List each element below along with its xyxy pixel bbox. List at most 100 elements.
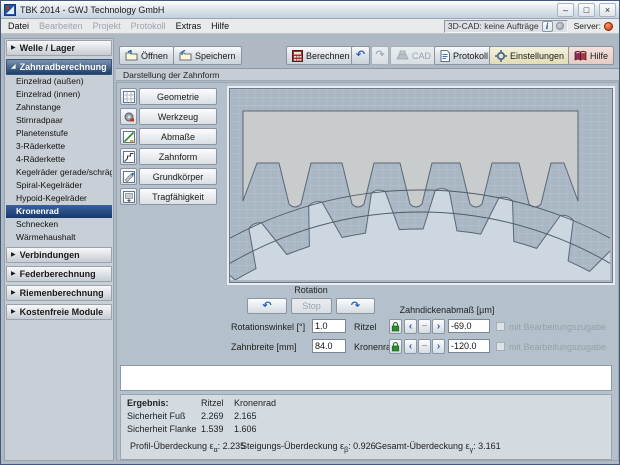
rotate-cw-button[interactable]: ↷	[336, 298, 375, 314]
sidebar-item-3-raederkette[interactable]: 3-Räderkette	[6, 140, 112, 153]
kronenrad-step-right-button[interactable]: ›	[432, 339, 445, 354]
dimensions-icon[interactable]	[120, 128, 137, 145]
lead-overlap-value: 0.926	[353, 441, 376, 451]
minimize-button[interactable]: –	[557, 3, 574, 17]
geometry-grid-icon[interactable]	[120, 88, 137, 105]
ritzel-lock-button[interactable]	[389, 319, 402, 334]
lead-overlap: Steigungs-Überdeckung εβ: 0.926	[241, 441, 376, 454]
ritzel-machining-allowance-label: mit Bearbeitungszugabe	[509, 322, 606, 332]
chevron-expanded-icon: ◢	[11, 64, 16, 70]
kronenrad-machining-allowance-checkbox[interactable]	[496, 342, 505, 351]
lock-icon	[391, 322, 400, 332]
chevron-left-icon: ‹	[409, 322, 412, 332]
results-col-ritzel: Ritzel	[201, 398, 224, 408]
geometrie-button[interactable]: Geometrie	[139, 88, 217, 105]
tooth-width-label: Zahnbreite [mm]	[231, 342, 297, 352]
module-row: Zahnform	[120, 148, 217, 165]
sidebar-item-waermehaushalt[interactable]: Wärmehaushalt	[6, 231, 112, 244]
close-button[interactable]: ×	[599, 3, 616, 17]
ritzel-step-left-button[interactable]: ‹	[404, 319, 417, 334]
rotation-angle-input[interactable]	[312, 319, 346, 333]
module-row: Geometrie	[120, 88, 217, 105]
chevron-right-icon: ›	[437, 322, 440, 332]
server-label: Server:	[574, 21, 601, 31]
cad-icon	[396, 50, 409, 61]
redo-icon: ↷	[375, 50, 384, 61]
rotation-stop-button[interactable]: Stop	[291, 298, 332, 314]
zahnform-button[interactable]: Zahnform	[139, 148, 217, 165]
sidebar-item-hypoid-kegelraeder[interactable]: Hypoid-Kegelräder	[6, 192, 112, 205]
sidebar-item-einzelrad-aussen[interactable]: Einzelrad (außen)	[6, 75, 112, 88]
maximize-button[interactable]: □	[578, 3, 595, 17]
total-overlap-value: 3.161	[478, 441, 501, 451]
sidebar-item-einzelrad-innen[interactable]: Einzelrad (innen)	[6, 88, 112, 101]
calculate-button[interactable]: Berechnen	[286, 46, 356, 65]
sidebar-item-kegelraeder[interactable]: Kegelräder gerade/schräg	[6, 166, 112, 179]
menu-projekt[interactable]: Projekt	[88, 21, 126, 31]
menu-extras[interactable]: Extras	[171, 21, 207, 31]
module-row: Tragfähigkeit	[120, 188, 217, 205]
gear-settings-icon	[495, 50, 507, 62]
cad-button[interactable]: CAD	[390, 46, 437, 65]
sidebar-item-zahnstange[interactable]: Zahnstange	[6, 101, 112, 114]
sidebar-item-kronenrad[interactable]: Kronenrad	[6, 205, 112, 218]
werkzeug-button[interactable]: Werkzeug	[139, 108, 217, 125]
sidebar-item-4-raederkette[interactable]: 4-Räderkette	[6, 153, 112, 166]
menu-hilfe[interactable]: Hilfe	[206, 21, 234, 31]
kronenrad-abmass-input[interactable]	[448, 339, 490, 353]
rotate-cw-icon: ↷	[351, 301, 360, 312]
load-capacity-icon[interactable]	[120, 188, 137, 205]
sidebar-section-verbindungen[interactable]: ▶ Verbindungen	[6, 247, 112, 263]
base-body-icon[interactable]	[120, 168, 137, 185]
title-bar: TBK 2014 - GWJ Technology GmbH – □ ×	[1, 1, 619, 19]
menu-datei[interactable]: Datei	[3, 21, 34, 31]
kronenrad-step-left-button[interactable]: ‹	[404, 339, 417, 354]
module-row: Grundkörper	[120, 168, 217, 185]
sidebar-section-welle-lager[interactable]: ▶ Welle / Lager	[6, 40, 112, 56]
sidebar-section-zahnradberechnung[interactable]: ◢ Zahnradberechnung	[6, 59, 112, 75]
protocol-button[interactable]: Protokoll	[434, 46, 494, 65]
folder-save-icon	[179, 50, 192, 61]
sidebar-section-kostenfreie-module[interactable]: ▶ Kostenfreie Module	[6, 304, 112, 320]
sidebar-section-federberechnung[interactable]: ▶ Federberechnung	[6, 266, 112, 282]
chevron-right-icon: ▶	[11, 309, 16, 315]
kronenrad-step-zero-button[interactable]: −	[418, 339, 431, 354]
tooth-form-curve-icon[interactable]	[120, 148, 137, 165]
safety-flank-kronenrad: 1.606	[234, 424, 257, 434]
book-icon	[574, 50, 587, 61]
abmasse-button[interactable]: Abmaße	[139, 128, 217, 145]
gear-canvas	[229, 88, 613, 283]
chevron-right-icon: ▶	[11, 252, 16, 258]
sidebar-item-stirnradpaar[interactable]: Stirnradpaar	[6, 114, 112, 127]
open-button[interactable]: Öffnen	[119, 46, 174, 65]
document-icon	[440, 50, 450, 62]
info-button[interactable]: i	[542, 21, 553, 32]
sidebar-section-riemenberechnung[interactable]: ▶ Riemenberechnung	[6, 285, 112, 301]
ritzel-step-right-button[interactable]: ›	[432, 319, 445, 334]
ritzel-machining-allowance-checkbox[interactable]	[496, 322, 505, 331]
tooth-width-input[interactable]	[312, 339, 346, 353]
folder-open-icon	[125, 50, 138, 61]
ritzel-step-zero-button[interactable]: −	[418, 319, 431, 334]
menu-protokoll[interactable]: Protokoll	[126, 21, 171, 31]
tool-gear-icon[interactable]	[120, 108, 137, 125]
calculator-icon	[292, 50, 303, 62]
results-heading: Ergebnis:	[127, 398, 169, 408]
sidebar-item-spiral-kegelraeder[interactable]: Spiral-Kegelräder	[6, 179, 112, 192]
redo-button[interactable]: ↷	[371, 46, 389, 65]
menu-bearbeiten[interactable]: Bearbeiten	[34, 21, 88, 31]
app-window: TBK 2014 - GWJ Technology GmbH – □ × Dat…	[0, 0, 620, 465]
ritzel-abmass-input[interactable]	[448, 319, 490, 333]
save-button[interactable]: Speichern	[173, 46, 242, 65]
grundkoerper-button[interactable]: Grundkörper	[139, 168, 217, 185]
settings-button[interactable]: Einstellungen	[489, 46, 570, 65]
undo-button[interactable]: ↶	[351, 46, 370, 65]
window-title: TBK 2014 - GWJ Technology GmbH	[20, 5, 553, 15]
kronenrad-lock-button[interactable]	[389, 339, 402, 354]
help-button[interactable]: Hilfe	[568, 46, 614, 65]
tragfaehigkeit-button[interactable]: Tragfähigkeit	[139, 188, 217, 205]
rotation-angle-label: Rotationswinkel [°]	[231, 322, 305, 332]
rotate-ccw-button[interactable]: ↶	[247, 298, 287, 314]
sidebar-item-planetenstufe[interactable]: Planetenstufe	[6, 127, 112, 140]
sidebar-item-schnecken[interactable]: Schnecken	[6, 218, 112, 231]
